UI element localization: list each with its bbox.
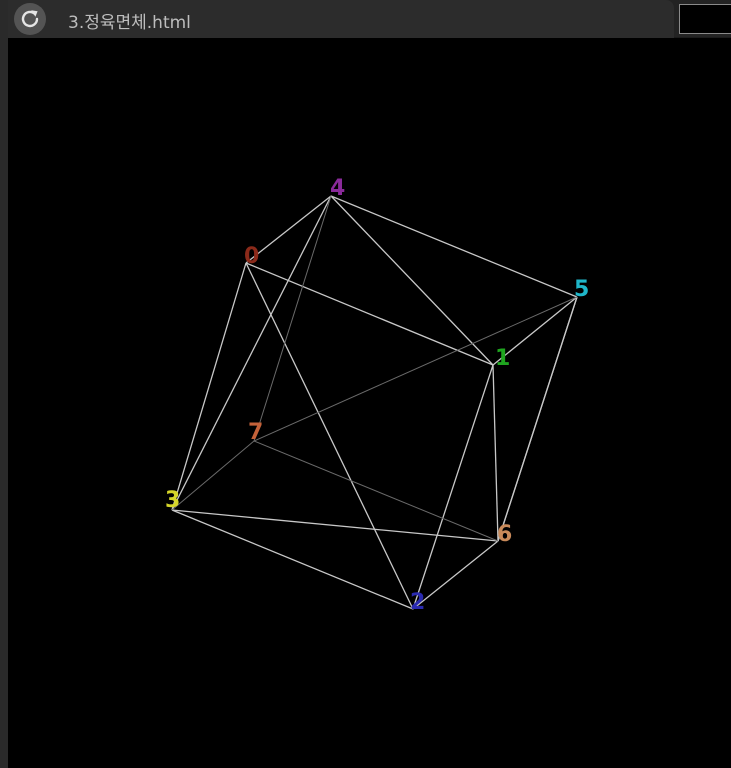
vertex-label-6: 6 xyxy=(497,522,512,547)
vertex-label-4: 4 xyxy=(330,176,345,201)
cube-wireframe: 0 1 2 3 4 5 6 7 xyxy=(165,176,589,615)
browser-window: 3.정육면체.html 01234567 xyxy=(0,0,731,768)
edge-2-3 xyxy=(171,509,414,610)
vertex-label-7: 7 xyxy=(248,420,263,445)
vertex-label-2: 2 xyxy=(410,590,425,615)
edge-4-5 xyxy=(330,195,578,298)
edge-7-6 xyxy=(253,440,499,542)
edge-7-5 xyxy=(253,296,578,442)
vertex-label-0: 0 xyxy=(244,244,259,269)
edge-6-2 xyxy=(412,540,499,610)
vertex-label-3: 3 xyxy=(165,488,180,513)
edge-4-1 xyxy=(330,195,494,366)
edge-4-7 xyxy=(253,195,332,442)
vertex-label-1: 1 xyxy=(495,346,510,371)
edge-3-6 xyxy=(171,509,499,542)
edge-5-6 xyxy=(497,296,578,542)
edge-1-6 xyxy=(492,364,499,542)
edge-3-7 xyxy=(171,440,255,511)
vertex-label-5: 5 xyxy=(574,277,589,302)
edge-1-2 xyxy=(412,364,494,610)
